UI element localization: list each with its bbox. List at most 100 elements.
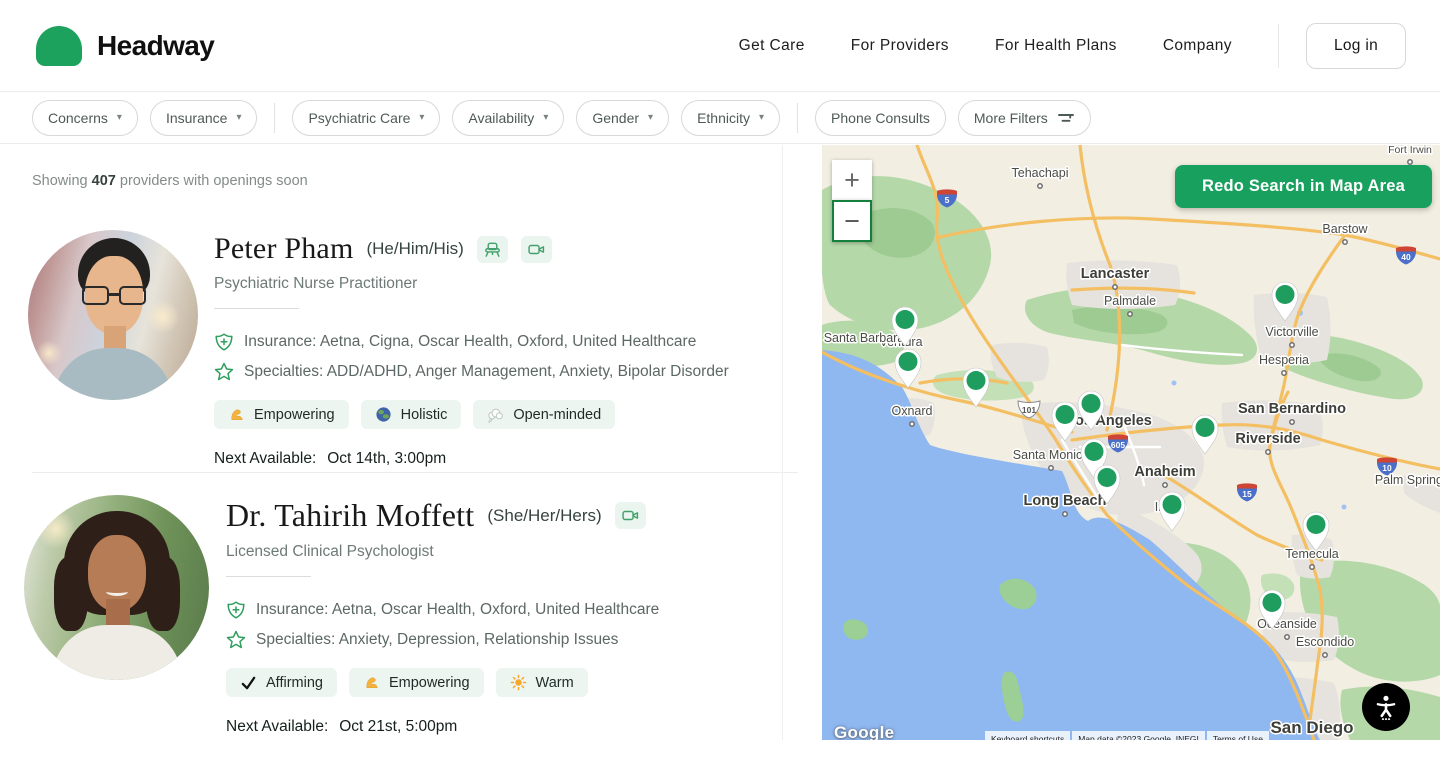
thought-icon xyxy=(487,406,504,423)
filter-more-filters-label: More Filters xyxy=(974,110,1048,126)
main-nav: Get Care For Providers For Health Plans … xyxy=(739,24,1306,68)
card-mini-divider xyxy=(214,308,299,309)
filter-more-filters[interactable]: More Filters xyxy=(958,100,1091,136)
map-city-label: San Bernardino xyxy=(1238,401,1346,417)
map-city-label: Tehachapi xyxy=(1012,166,1069,180)
card-divider xyxy=(32,472,798,473)
filter-psychiatric-care-label: Psychiatric Care xyxy=(308,110,410,126)
nav-for-providers[interactable]: For Providers xyxy=(851,37,949,55)
provider-card: Peter Pham (He/Him/His) Psychiatric Nurs… xyxy=(28,230,729,468)
filter-availability[interactable]: Availability ▾ xyxy=(452,100,564,136)
accessibility-button[interactable] xyxy=(1362,683,1410,731)
trait-badge-label: Open-minded xyxy=(513,407,601,423)
top-navigation-bar: Headway Get Care For Providers For Healt… xyxy=(0,0,1440,92)
headway-logo-icon xyxy=(36,26,82,66)
trait-badge-label: Empowering xyxy=(254,407,335,423)
filter-concerns[interactable]: Concerns ▾ xyxy=(32,100,138,136)
map-data-attribution: Map data ©2023 Google, INEGI xyxy=(1072,731,1205,740)
map-city-label: Victorville xyxy=(1265,325,1318,339)
login-button[interactable]: Log in xyxy=(1306,23,1406,69)
brand-name: Headway xyxy=(97,30,214,62)
filter-availability-label: Availability xyxy=(468,110,534,126)
chair-icon xyxy=(483,240,502,259)
filter-insurance[interactable]: Insurance ▾ xyxy=(150,100,258,136)
google-logo[interactable]: Google xyxy=(834,723,894,740)
insurance-text: Insurance: Aetna, Cigna, Oscar Health, O… xyxy=(244,328,696,355)
map-city-dot xyxy=(1282,371,1286,375)
redo-search-button[interactable]: Redo Search in Map Area xyxy=(1175,165,1432,208)
map-graphic: 5401016051015 Fort IrwinTehachapiBarstow… xyxy=(822,145,1440,740)
map-city-label: Fort Irwin xyxy=(1388,145,1432,156)
map-city-dot xyxy=(1128,312,1132,316)
next-available-value: Oct 21st, 5:00pm xyxy=(339,718,457,735)
map-city-dot xyxy=(1310,565,1314,569)
filter-gender[interactable]: Gender ▾ xyxy=(576,100,669,136)
terms-link[interactable]: Terms of Use xyxy=(1207,731,1269,740)
map-city-label: Lancaster xyxy=(1081,266,1150,282)
insurance-row: Insurance: Aetna, Cigna, Oscar Health, O… xyxy=(214,328,696,355)
chevron-down-icon: ▾ xyxy=(759,113,764,123)
next-available-label: Next Available: xyxy=(214,450,316,467)
trait-badge-label: Affirming xyxy=(266,675,323,691)
specialties-row: Specialties: Anxiety, Depression, Relati… xyxy=(226,626,618,653)
provider-avatar[interactable] xyxy=(28,230,198,400)
specialties-text: Specialties: Anxiety, Depression, Relati… xyxy=(256,626,618,653)
trait-badge: Warm xyxy=(496,668,588,697)
map-city-label: Santa Barbara xyxy=(824,331,905,345)
provider-name[interactable]: Dr. Tahirih Moffett xyxy=(226,497,474,534)
svg-text:10: 10 xyxy=(1382,463,1392,473)
filter-bar: Concerns ▾ Insurance ▾ Psychiatric Care … xyxy=(0,92,1440,144)
filter-phone-consults[interactable]: Phone Consults xyxy=(815,100,946,136)
filter-divider xyxy=(797,103,798,133)
provider-title: Psychiatric Nurse Practitioner xyxy=(214,275,417,293)
map-zoom-out-button[interactable]: − xyxy=(832,200,872,242)
map-city-label: Long Beach xyxy=(1024,493,1107,509)
headway-logo[interactable]: Headway xyxy=(36,26,214,66)
in-person-sessions-badge xyxy=(477,236,508,263)
filter-lines-icon xyxy=(1057,111,1075,125)
trait-badge-label: Empowering xyxy=(389,675,470,691)
filter-ethnicity-label: Ethnicity xyxy=(697,110,750,126)
trait-badges: Empowering Holistic Open-minded xyxy=(214,400,615,429)
results-count-text: Showing 407 providers with openings soon xyxy=(32,173,308,189)
highway-shield: 605 xyxy=(1108,434,1128,452)
provider-pronouns: (He/Him/His) xyxy=(366,239,463,259)
results-count: 407 xyxy=(92,173,116,189)
trait-badge: Affirming xyxy=(226,668,337,697)
map-city-label: Escondido xyxy=(1296,635,1354,649)
map-city-label: Barstow xyxy=(1322,222,1368,236)
trait-badge: Empowering xyxy=(349,668,484,697)
map-city-dot xyxy=(910,422,914,426)
provider-avatar[interactable] xyxy=(24,495,209,680)
map-city-label: Oxnard xyxy=(892,404,933,418)
video-sessions-badge xyxy=(615,502,646,529)
svg-text:5: 5 xyxy=(945,195,950,205)
chevron-down-icon: ▾ xyxy=(236,113,241,123)
map-city-label: Riverside xyxy=(1235,431,1300,447)
map-zoom-in-button[interactable]: + xyxy=(832,160,872,200)
filter-gender-label: Gender xyxy=(592,110,639,126)
nav-company[interactable]: Company xyxy=(1163,37,1232,55)
trait-badge-label: Holistic xyxy=(401,407,448,423)
panel-edge-line xyxy=(782,145,783,740)
next-available: Next Available:Oct 21st, 5:00pm xyxy=(226,718,457,736)
map-canvas[interactable]: 5401016051015 Fort IrwinTehachapiBarstow… xyxy=(822,145,1440,740)
sun-icon xyxy=(510,674,527,691)
provider-name[interactable]: Peter Pham xyxy=(214,232,353,266)
provider-results-panel: Showing 407 providers with openings soon… xyxy=(0,145,808,740)
check-icon xyxy=(240,674,257,691)
map-city-dot xyxy=(1408,160,1412,164)
filter-psychiatric-care[interactable]: Psychiatric Care ▾ xyxy=(292,100,440,136)
accessibility-person-icon xyxy=(1372,693,1400,721)
provider-pronouns: (She/Her/Hers) xyxy=(487,506,601,526)
map-city-label: Los Angeles xyxy=(1066,413,1152,429)
nav-for-health-plans[interactable]: For Health Plans xyxy=(995,37,1117,55)
map-city-dot xyxy=(1266,450,1270,454)
nav-get-care[interactable]: Get Care xyxy=(739,37,805,55)
keyboard-shortcuts-link[interactable]: Keyboard shortcuts xyxy=(985,731,1070,740)
map-city-label: Santa Monica xyxy=(1013,448,1089,462)
filter-divider xyxy=(274,103,275,133)
filter-ethnicity[interactable]: Ethnicity ▾ xyxy=(681,100,780,136)
chevron-down-icon: ▾ xyxy=(543,113,548,123)
trait-badge: Holistic xyxy=(361,400,462,429)
